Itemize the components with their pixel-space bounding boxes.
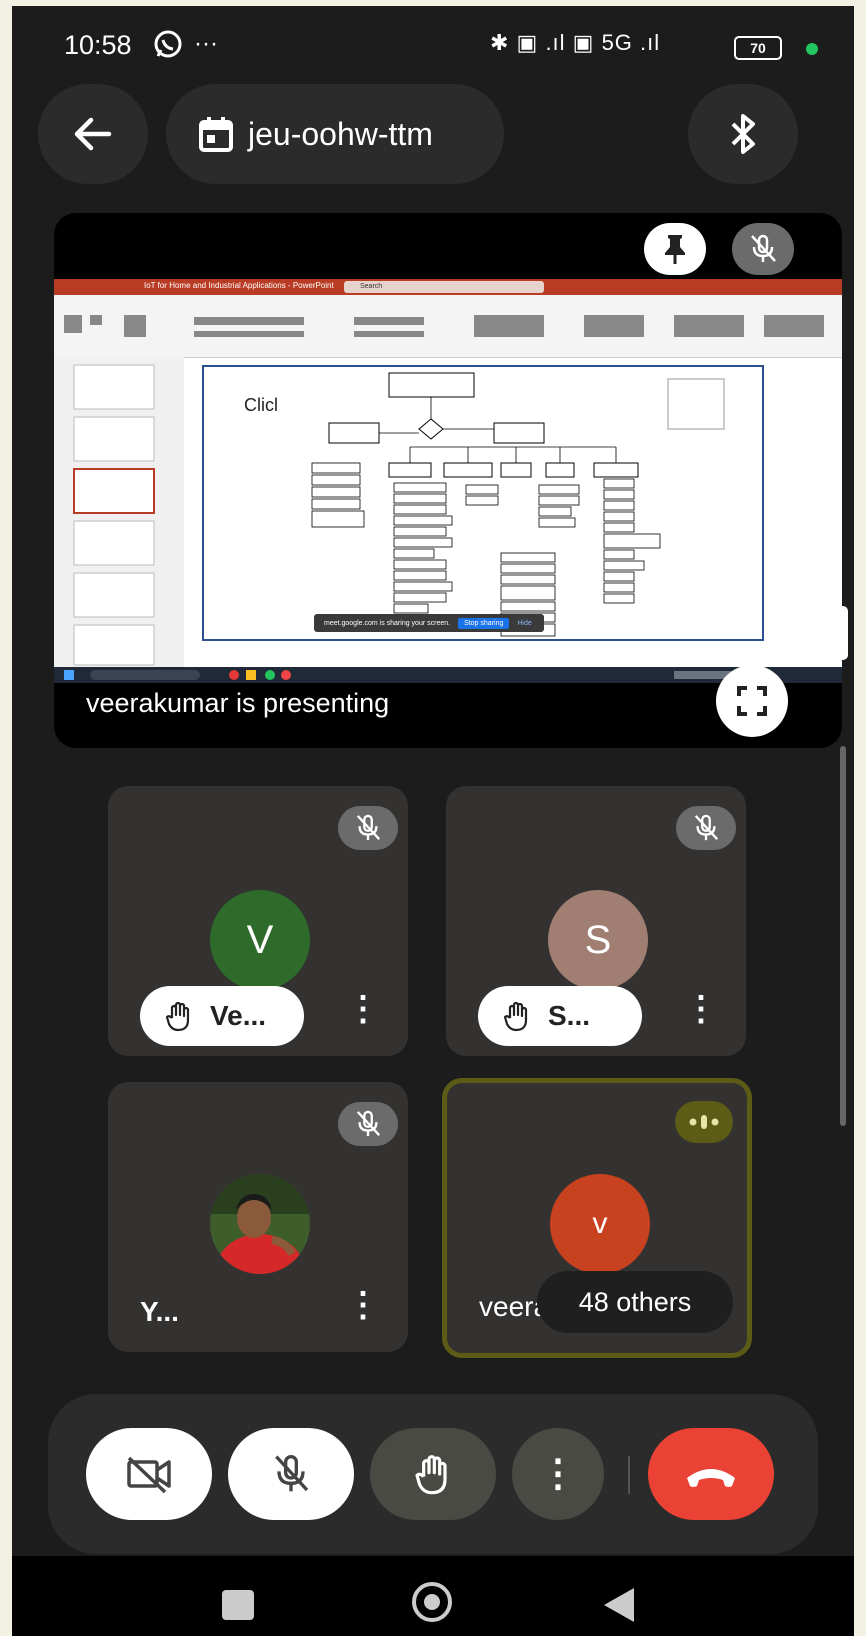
fullscreen-button[interactable] [716, 665, 788, 737]
microphone-toggle-button[interactable] [228, 1428, 354, 1520]
more-vert-icon: ⋮ [539, 1453, 577, 1495]
shared-screen: IoT for Home and Industrial Applications… [54, 279, 842, 683]
thumbnail-graphics [73, 364, 155, 666]
more-notifications-icon: ··· [194, 30, 218, 57]
clock: 10:58 [64, 30, 132, 60]
participant-tile[interactable]: V Ve... ⋮ [108, 786, 408, 1056]
battery-indicator: 70 [734, 36, 782, 60]
raise-hand-button[interactable] [370, 1428, 496, 1520]
mic-off-icon [356, 814, 381, 841]
whatsapp-icon [152, 28, 184, 65]
participant-name: Ve... [210, 1000, 267, 1031]
fullscreen-icon [737, 686, 767, 716]
more-options-button[interactable]: ⋮ [684, 992, 718, 1026]
scrollbar-thumb[interactable] [838, 606, 848, 660]
participant-name: S... [548, 1000, 591, 1031]
current-slide: Clicl [202, 365, 764, 641]
pin-icon [665, 235, 685, 264]
sharing-notice-bar: meet.google.com is sharing your screen. … [314, 614, 544, 632]
hide-link: Hide [517, 619, 532, 627]
profile-photo [210, 1174, 310, 1274]
camera-off-icon [127, 1456, 171, 1494]
recents-button[interactable] [222, 1590, 254, 1620]
triangle-back-icon [604, 1588, 634, 1622]
window-title: IoT for Home and Industrial Applications… [144, 281, 334, 290]
bluetooth-audio-button[interactable] [688, 84, 798, 184]
phone-screen: 10:58 ··· ✱ ▣ .ıl ▣ 5G .ıl 70 jeu-oohw-t… [12, 6, 854, 1636]
privacy-dot [806, 43, 818, 55]
participant-name: Y... [140, 1296, 179, 1327]
arrow-left-icon [74, 117, 112, 151]
more-options-button[interactable]: ⋮ [346, 1288, 380, 1322]
home-button[interactable] [412, 1582, 452, 1622]
meeting-info-chip[interactable]: jeu-oohw-ttm [166, 84, 504, 184]
bluetooth-icon [731, 114, 755, 154]
ppt-ribbon [54, 295, 842, 358]
presentation-panel[interactable]: IoT for Home and Industrial Applications… [54, 213, 842, 748]
raised-hand-icon [503, 1001, 528, 1032]
participant-mic-off-indicator [338, 806, 398, 850]
more-options-button[interactable]: ⋮ [346, 992, 380, 1026]
end-call-button[interactable] [648, 1428, 774, 1520]
raised-hand-icon [165, 1001, 190, 1032]
stop-sharing-button: Stop sharing [458, 617, 510, 629]
network-icons: ✱ ▣ .ıl ▣ 5G .ıl [490, 30, 661, 55]
ppt-titlebar: IoT for Home and Industrial Applications… [54, 279, 842, 295]
speaking-indicator [675, 1101, 733, 1143]
hang-up-icon [687, 1469, 735, 1487]
presenter-mic-off-indicator [732, 223, 794, 275]
pin-button[interactable] [644, 223, 706, 275]
raised-hand-name-chip[interactable]: Ve... [140, 986, 304, 1046]
audio-level-icon [689, 1115, 719, 1129]
ribbon-graphic [64, 315, 824, 337]
presenting-label: veerakumar is presenting [86, 688, 390, 718]
mic-off-icon [275, 1455, 309, 1492]
participant-tile[interactable]: S S... ⋮ [446, 786, 746, 1056]
raised-hand-icon [415, 1455, 447, 1495]
mic-off-icon [356, 1110, 381, 1137]
ppt-search-box: Search [344, 281, 544, 293]
avatar: v [550, 1174, 650, 1274]
avatar: V [210, 890, 310, 990]
embedded-software-mindmap [311, 372, 725, 637]
navigation-bar [12, 1556, 854, 1636]
slide-thumbnails [54, 357, 184, 667]
avatar: S [548, 890, 648, 990]
divider [628, 1456, 630, 1494]
participant-tile[interactable]: Y... ⋮ [108, 1082, 408, 1352]
others-count-chip[interactable]: 48 others [537, 1271, 733, 1333]
mic-off-icon [694, 814, 719, 841]
meeting-code: jeu-oohw-ttm [248, 115, 433, 152]
participant-tile-speaking[interactable]: v veerakumar 48 others [442, 1078, 752, 1358]
calendar-icon [199, 117, 233, 152]
sharing-notice-text: meet.google.com is sharing your screen. [324, 619, 451, 627]
participant-mic-off-indicator [338, 1102, 398, 1146]
status-bar: 10:58 ··· ✱ ▣ .ıl ▣ 5G .ıl 70 [12, 6, 854, 86]
home-icon [424, 1594, 440, 1610]
scrollbar-track [840, 746, 846, 1126]
raised-hand-name-chip[interactable]: S... [478, 986, 642, 1046]
more-options-button[interactable]: ⋮ [512, 1428, 604, 1520]
back-nav-button[interactable] [602, 1586, 636, 1629]
back-button[interactable] [38, 84, 148, 184]
scrollbar[interactable] [838, 606, 848, 1126]
participant-mic-off-indicator [676, 806, 736, 850]
camera-toggle-button[interactable] [86, 1428, 212, 1520]
mic-off-icon [751, 234, 776, 262]
call-controls-bar: ⋮ [48, 1394, 818, 1554]
